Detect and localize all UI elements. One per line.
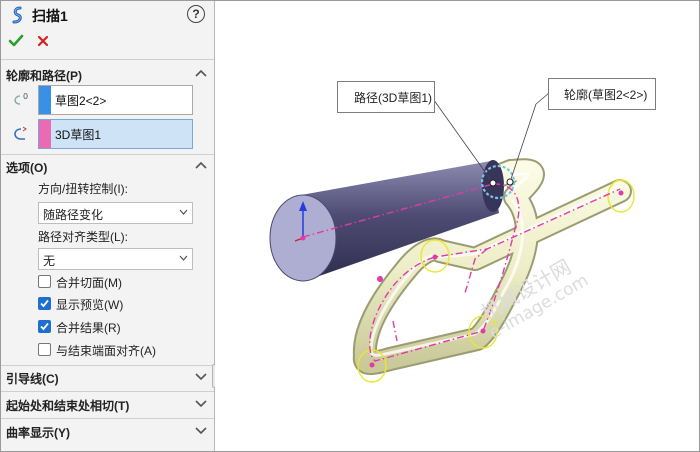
profile-value: 草图2<2> xyxy=(55,94,107,108)
model-preview-svg: 机械设计网 e-image.com xyxy=(269,92,635,383)
chevron-down-icon[interactable] xyxy=(195,373,207,381)
chevron-down-icon[interactable] xyxy=(195,400,207,408)
property-manager-panel: 扫描1 ? 轮廓和路径(P) 0 草图2<2> 3D草图1 选项(O) 方向/扭… xyxy=(1,1,215,451)
curvature-display-section-header[interactable]: 曲率显示(Y) xyxy=(6,424,70,441)
profile-callout[interactable]: 轮廓(草图2<2>) xyxy=(548,78,656,110)
checkbox-label: 合并切面(M) xyxy=(56,276,122,290)
start-end-tangency-section-header[interactable]: 起始处和结束处相切(T) xyxy=(6,397,129,414)
options-section-header[interactable]: 选项(O) xyxy=(6,159,47,176)
divider xyxy=(1,418,214,419)
profile-selector-icon: 0 xyxy=(14,92,28,105)
path-selection-field[interactable]: 3D草图1 xyxy=(38,119,193,149)
checkbox-box[interactable] xyxy=(38,297,51,310)
chevron-down-icon xyxy=(179,209,188,215)
close-icon[interactable] xyxy=(36,34,50,48)
divider xyxy=(1,365,214,366)
checkbox-box[interactable] xyxy=(38,320,51,333)
checkbox-label: 与结束端面对齐(A) xyxy=(56,344,156,358)
window-frame: 扫描1 ? 轮廓和路径(P) 0 草图2<2> 3D草图1 选项(O) 方向/扭… xyxy=(0,0,700,452)
path-callout-label: 路径(3D草图1) xyxy=(354,91,433,105)
alignment-label: 路径对齐类型(L): xyxy=(38,230,129,244)
profile-selection-field[interactable]: 草图2<2> xyxy=(38,85,193,115)
sweep-feature-icon xyxy=(12,6,22,24)
checkbox-label: 合并结果(R) xyxy=(56,321,121,335)
divider xyxy=(1,154,214,155)
path-value: 3D草图1 xyxy=(55,128,102,142)
profile-color-swatch xyxy=(39,86,51,114)
divider xyxy=(1,391,214,392)
chevron-up-icon[interactable] xyxy=(195,69,207,77)
alignment-dropdown[interactable]: 无 xyxy=(38,248,193,270)
svg-text:0: 0 xyxy=(23,92,28,101)
divider xyxy=(1,59,214,60)
checkbox-label: 显示预览(W) xyxy=(56,298,124,312)
feature-title: 扫描1 xyxy=(32,8,68,24)
profile-callout-label: 轮廓(草图2<2>) xyxy=(564,88,648,102)
guide-curves-section-header[interactable]: 引导线(C) xyxy=(6,370,59,387)
check-icon[interactable] xyxy=(8,33,24,49)
graphics-viewport[interactable]: 机械设计网 e-image.com 路径(3D草图1) 轮廓(草图2<2>) xyxy=(215,1,699,451)
orientation-value: 随路径变化 xyxy=(43,208,104,222)
chevron-down-icon xyxy=(179,255,188,261)
help-button[interactable]: ? xyxy=(187,5,205,23)
chevron-up-icon[interactable] xyxy=(195,161,207,169)
profile-path-section-header[interactable]: 轮廓和路径(P) xyxy=(6,67,82,84)
alignment-value: 无 xyxy=(43,254,56,268)
orientation-label: 方向/扭转控制(I): xyxy=(38,182,128,196)
feature-title-bar: 扫描1 ? xyxy=(1,1,214,29)
orientation-dropdown[interactable]: 随路径变化 xyxy=(38,202,193,224)
checkbox-box[interactable] xyxy=(38,275,51,288)
path-selector-icon xyxy=(14,126,27,140)
chevron-down-icon[interactable] xyxy=(195,427,207,435)
path-callout[interactable]: 路径(3D草图1) xyxy=(337,81,435,113)
path-color-swatch xyxy=(39,120,51,148)
checkbox-box[interactable] xyxy=(38,343,51,356)
